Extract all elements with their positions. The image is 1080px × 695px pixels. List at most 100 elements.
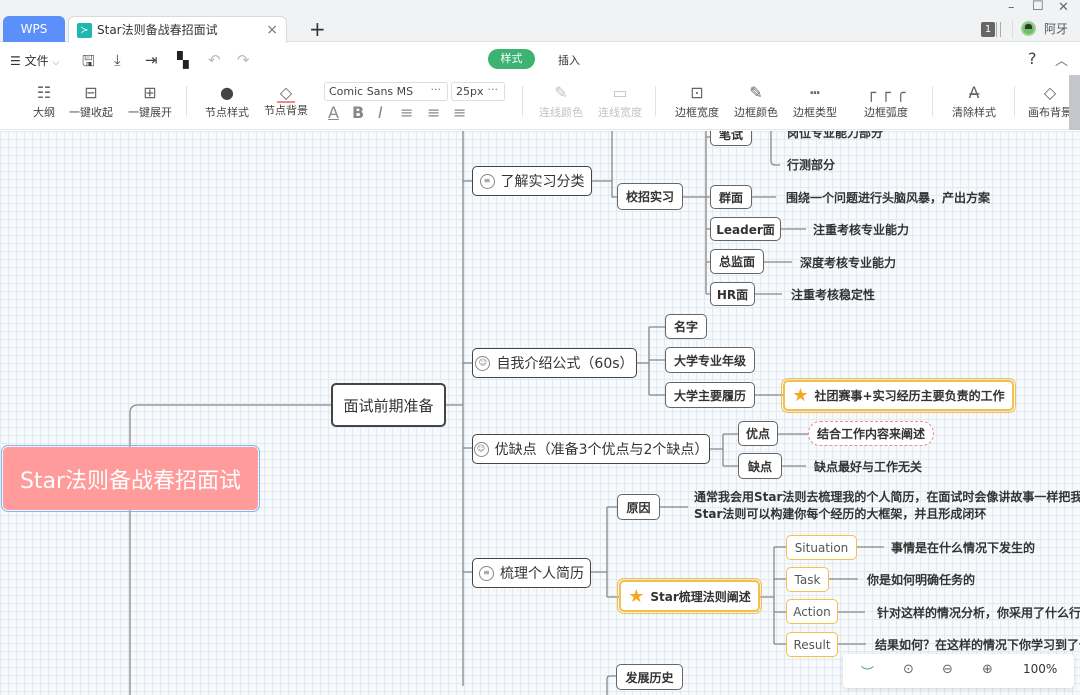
connector — [770, 131, 780, 166]
italic-icon[interactable]: I — [378, 103, 383, 122]
node-leader-interview[interactable]: Leader面 — [710, 217, 781, 241]
node-action[interactable]: Action — [786, 599, 838, 624]
node-result[interactable]: Result — [786, 632, 838, 657]
node-cons[interactable]: 缺点 — [738, 453, 782, 479]
minimize-icon[interactable]: – — [1008, 0, 1015, 15]
undo-icon[interactable]: ↶ — [208, 51, 221, 69]
node-star-method[interactable]: ★ Star梳理法则阐述 — [617, 578, 762, 614]
collapse-all-button[interactable]: ⊟ 一键收起 — [63, 75, 119, 130]
leaf-text[interactable]: 深度考核专业能力 — [800, 254, 896, 271]
leaf-text[interactable]: 围绕一个问题进行头脑风暴，产出方案 — [786, 189, 990, 206]
node-pros[interactable]: 优点 — [738, 421, 778, 446]
chevron-down-icon: ⌵ — [52, 58, 60, 68]
locate-center-icon[interactable]: ⊙ — [903, 662, 914, 677]
leaf-text[interactable]: 缺点最好与工作无关 — [814, 458, 922, 475]
save-icon[interactable]: 🖫 — [82, 51, 95, 76]
node-director-interview[interactable]: 总监面 — [710, 249, 764, 274]
connector — [637, 326, 665, 396]
zoom-level[interactable]: 100% — [1023, 662, 1057, 676]
topic-label: 优缺点（准备3个优点与2个缺点） — [494, 442, 709, 458]
line-color-button[interactable]: ✎ 连线颜色 — [533, 75, 589, 130]
mindmap-canvas[interactable]: Star法则备战春招面试 面试前期准备 ≡ 了解实习分类 校招实习 笔试 岗位专业… — [0, 131, 1080, 695]
line-color-label: 连线颜色 — [539, 106, 583, 119]
align-right-icon[interactable]: ≡ — [453, 103, 466, 122]
node-pros-detail[interactable]: 结合工作内容来阐述 — [808, 421, 934, 446]
leaf-text[interactable]: 事情是在什么情况下发生的 — [891, 539, 1035, 556]
help-icon[interactable]: ? — [1028, 49, 1037, 68]
title-bar: WPS ≻ Star法则备战春招面试 × + – ☐ ✕ 1 阿牙 — [0, 0, 1080, 43]
border-radius-button[interactable]: ┌ ┌ ╭ 边框弧度 — [850, 75, 922, 130]
tab-wps-home[interactable]: WPS — [3, 16, 65, 42]
topic-node-self-intro[interactable]: ☺ 自我介绍公式（60s） — [472, 348, 637, 378]
border-width-icon: ⊡ — [690, 83, 704, 102]
username[interactable]: 阿牙 — [1044, 20, 1068, 37]
new-tab-button[interactable]: + — [309, 17, 326, 41]
node-history[interactable]: 发展历史 — [616, 664, 683, 690]
align-left-icon[interactable]: ≡ — [400, 103, 413, 122]
leaf-text-reason[interactable]: 通常我会用Star法则去梳理我的个人简历，在面试时会像讲故事一样把我 Star法… — [694, 489, 1080, 523]
collapse-ribbon-icon[interactable]: ︿ — [1055, 50, 1068, 69]
zoom-out-icon[interactable]: ⊖ — [942, 662, 953, 677]
format-painter-icon[interactable]: ▚ — [177, 51, 189, 69]
node-reason[interactable]: 原因 — [617, 494, 660, 520]
star-icon: ★ — [792, 385, 809, 406]
bold-icon[interactable]: B — [352, 103, 364, 122]
connector — [606, 675, 616, 695]
connector — [710, 433, 738, 467]
connector — [592, 131, 617, 198]
node-experience[interactable]: 大学主要履历 — [665, 382, 755, 408]
leaf-text[interactable]: 行测部分 — [787, 156, 835, 173]
node-task[interactable]: Task — [786, 567, 829, 592]
clear-style-button[interactable]: A̶ 清除样式 — [946, 75, 1002, 130]
download-icon[interactable]: ⤓ — [114, 51, 121, 69]
node-style-button[interactable]: ● 节点样式 — [199, 75, 255, 130]
node-written-test[interactable]: 笔试 — [710, 131, 752, 146]
tab-style[interactable]: 样式 — [488, 49, 535, 69]
node-campus-intern[interactable]: 校招实习 — [617, 183, 683, 210]
node-hr-interview[interactable]: HR面 — [710, 282, 755, 306]
topic-node-pros-cons[interactable]: ☺ 优缺点（准备3个优点与2个缺点） — [472, 434, 710, 464]
tab-document[interactable]: ≻ Star法则备战春招面试 × — [68, 16, 287, 43]
leaf-text[interactable]: 注重考核专业能力 — [813, 221, 909, 238]
close-tab-icon[interactable]: × — [266, 17, 278, 43]
window-count-badge[interactable]: 1 — [981, 22, 995, 37]
file-menu[interactable]: ☰ 文件 ⌵ — [10, 52, 59, 69]
more-icon: ··· — [430, 83, 442, 96]
node-major[interactable]: 大学专业年级 — [665, 347, 755, 373]
leaf-text[interactable]: 针对这样的情况分析，你采用了什么行 — [877, 604, 1080, 621]
leaf-text[interactable]: 岗位专业能力部分 — [787, 131, 883, 141]
align-center-icon[interactable]: ≡ — [427, 103, 440, 122]
leaf-text[interactable]: 你是如何明确任务的 — [867, 571, 975, 588]
maximize-icon[interactable]: ☐ — [1032, 0, 1044, 14]
toolbar-scroll-right[interactable] — [1069, 75, 1080, 130]
leaf-text[interactable]: 注重考核稳定性 — [791, 286, 875, 303]
branch-node-preparation[interactable]: 面试前期准备 — [331, 383, 446, 427]
hide-eye-icon[interactable]: ︶ — [861, 662, 874, 681]
leaf-text[interactable]: 结果如何？在这样的情况下你学习到了什么 — [875, 636, 1080, 653]
font-size-select[interactable]: 25px ··· — [451, 82, 505, 101]
topic-node-resume[interactable]: ≡ 梳理个人简历 — [472, 558, 591, 588]
border-color-button[interactable]: ✎ 边框颜色 — [728, 75, 784, 130]
window-close-icon[interactable]: ✕ — [1058, 0, 1069, 15]
border-radius-label: 边框弧度 — [864, 106, 908, 119]
font-family-select[interactable]: Comic Sans MS ··· — [324, 82, 448, 101]
topic-node-intern-types[interactable]: ≡ 了解实习分类 — [472, 166, 592, 196]
node-name[interactable]: 名字 — [665, 314, 707, 339]
export-icon[interactable]: ⇥ — [145, 51, 158, 69]
node-experience-detail[interactable]: ★ 社团赛事+实习经历主要负责的工作 — [781, 378, 1016, 413]
tab-insert[interactable]: 插入 — [558, 52, 580, 68]
node-background-button[interactable]: ◇ 节点背景 — [258, 75, 314, 130]
redo-icon[interactable]: ↷ — [237, 51, 250, 69]
avatar[interactable] — [1021, 21, 1036, 36]
font-color-icon[interactable]: A — [328, 103, 339, 122]
connector — [463, 180, 472, 573]
line-width-button[interactable]: ▭ 连线宽度 — [592, 75, 648, 130]
node-group-interview[interactable]: 群面 — [710, 185, 752, 209]
font-family-value: Comic Sans MS — [329, 85, 414, 98]
zoom-in-icon[interactable]: ⊕ — [982, 662, 993, 677]
border-type-button[interactable]: ┅ 边框类型 — [787, 75, 843, 130]
expand-all-button[interactable]: ⊞ 一键展开 — [122, 75, 178, 130]
root-node[interactable]: Star法则备战春招面试 — [1, 445, 260, 512]
node-situation[interactable]: Situation — [786, 535, 857, 560]
border-width-button[interactable]: ⊡ 边框宽度 — [669, 75, 725, 130]
